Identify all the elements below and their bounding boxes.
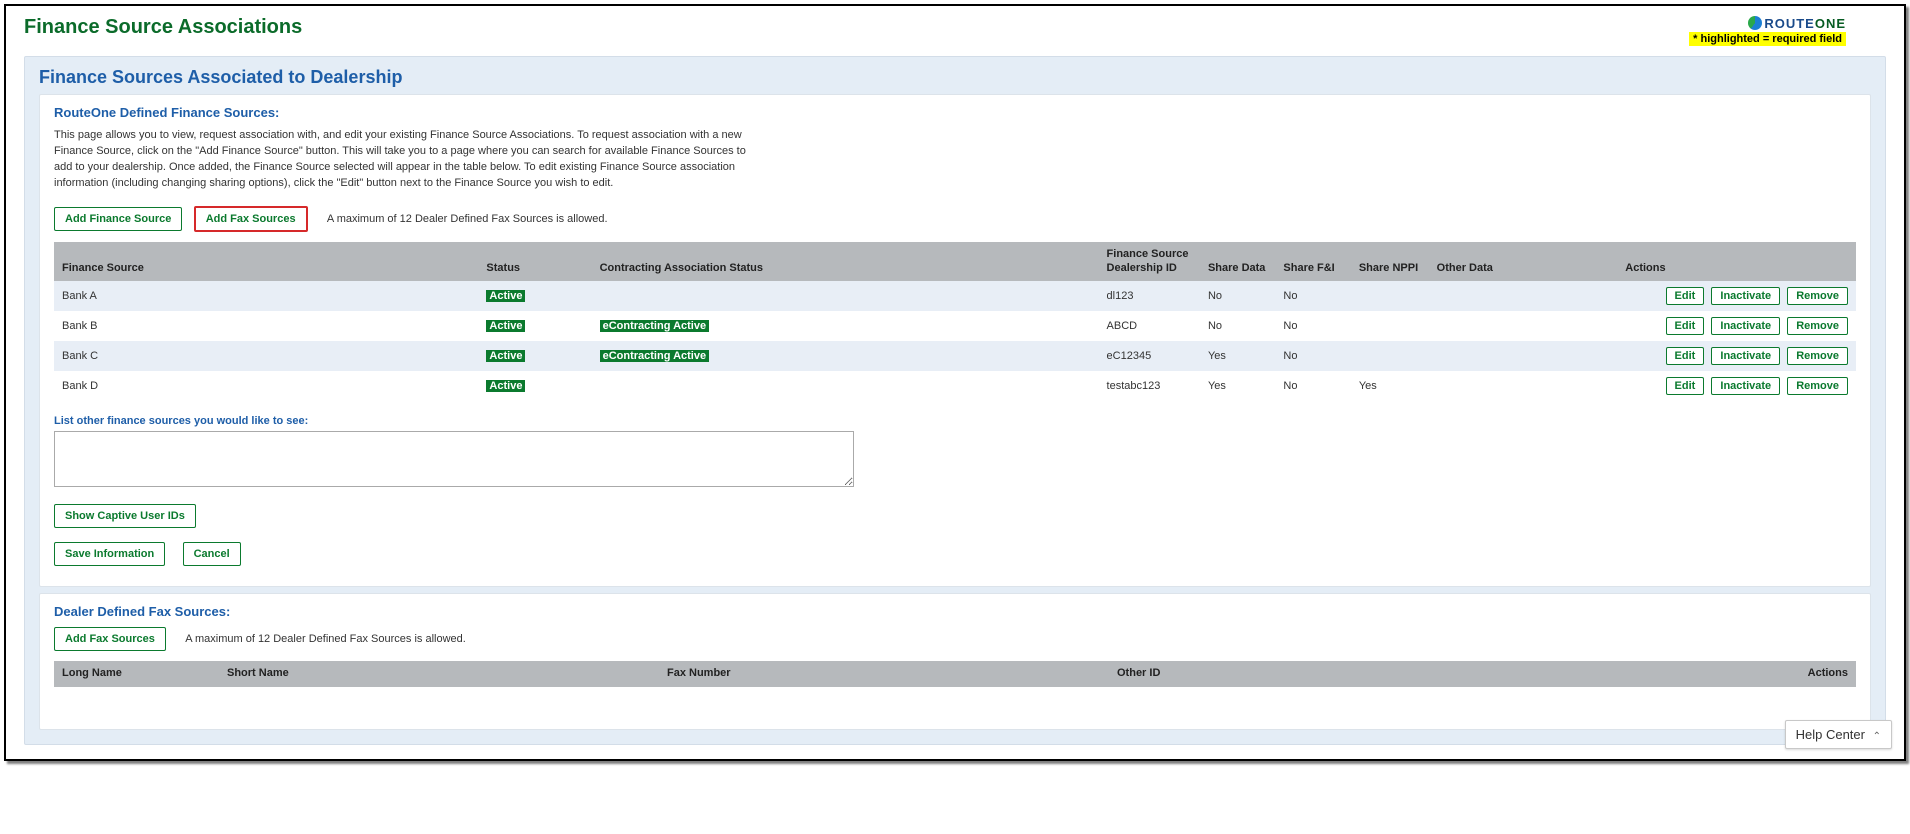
cell-actions: Edit Inactivate Remove (1617, 371, 1856, 401)
col-actions: Actions (1617, 242, 1856, 282)
fax-limit-note: A maximum of 12 Dealer Defined Fax Sourc… (327, 213, 608, 225)
cell-share-data: Yes (1200, 341, 1275, 371)
add-fax-sources-button-2[interactable]: Add Fax Sources (54, 627, 166, 651)
cell-status: Active (478, 311, 591, 341)
section2-title: Dealer Defined Fax Sources: (54, 604, 1856, 619)
remove-button[interactable]: Remove (1787, 287, 1848, 305)
cell-other-data (1429, 371, 1618, 401)
col-other-id: Other ID (1109, 661, 1776, 687)
cell-contracting-status: eContracting Active (592, 311, 1099, 341)
save-information-button[interactable]: Save Information (54, 542, 165, 566)
help-center-label: Help Center (1796, 727, 1865, 742)
col-short-name: Short Name (219, 661, 659, 687)
cell-share-data: Yes (1200, 371, 1275, 401)
cell-status: Active (478, 281, 591, 311)
page-title: Finance Source Associations (24, 16, 302, 39)
cell-other-data (1429, 341, 1618, 371)
cell-share-nppi (1351, 311, 1429, 341)
routeone-sources-block: RouteOne Defined Finance Sources: This p… (39, 94, 1871, 587)
cell-share-nppi (1351, 341, 1429, 371)
add-finance-source-button[interactable]: Add Finance Source (54, 207, 182, 231)
cell-other-data (1429, 311, 1618, 341)
show-captive-ids-button[interactable]: Show Captive User IDs (54, 504, 196, 528)
inactivate-button[interactable]: Inactivate (1711, 347, 1780, 365)
cell-share-fi: No (1275, 371, 1350, 401)
contracting-badge: eContracting Active (600, 350, 710, 362)
cell-actions: Edit Inactivate Remove (1617, 341, 1856, 371)
cell-dealership-id: ABCD (1099, 311, 1200, 341)
cell-share-fi: No (1275, 311, 1350, 341)
logo-icon (1748, 16, 1762, 30)
status-badge: Active (486, 290, 525, 302)
list-other-textarea[interactable] (54, 431, 854, 487)
remove-button[interactable]: Remove (1787, 377, 1848, 395)
edit-button[interactable]: Edit (1666, 377, 1705, 395)
col-other-data: Other Data (1429, 242, 1618, 282)
cell-finance-source: Bank B (54, 311, 478, 341)
routeone-logo: ROUTEONE (1748, 16, 1846, 31)
remove-button[interactable]: Remove (1787, 317, 1848, 335)
edit-button[interactable]: Edit (1666, 347, 1705, 365)
col-status: Status (478, 242, 591, 282)
cell-actions: Edit Inactivate Remove (1617, 311, 1856, 341)
table-row: Bank B Active eContracting Active ABCD N… (54, 311, 1856, 341)
cell-share-fi: No (1275, 281, 1350, 311)
list-other-label: List other finance sources you would lik… (54, 415, 1856, 427)
cell-dealership-id: testabc123 (1099, 371, 1200, 401)
contracting-badge: eContracting Active (600, 320, 710, 332)
required-field-note: * highlighted = required field (1689, 32, 1846, 46)
status-badge: Active (486, 320, 525, 332)
inactivate-button[interactable]: Inactivate (1711, 317, 1780, 335)
cell-other-data (1429, 281, 1618, 311)
col-share-data: Share Data (1200, 242, 1275, 282)
col-share-fi: Share F&I (1275, 242, 1350, 282)
inactivate-button[interactable]: Inactivate (1711, 377, 1780, 395)
cell-contracting-status: eContracting Active (592, 341, 1099, 371)
section1-description: This page allows you to view, request as… (54, 128, 754, 192)
cell-actions: Edit Inactivate Remove (1617, 281, 1856, 311)
col-finance-source: Finance Source (54, 242, 478, 282)
cell-share-nppi: Yes (1351, 371, 1429, 401)
main-panel: Finance Sources Associated to Dealership… (24, 56, 1886, 745)
col-contracting-status: Contracting Association Status (592, 242, 1099, 282)
dealer-fax-sources-block: Dealer Defined Fax Sources: Add Fax Sour… (39, 593, 1871, 730)
cell-share-data: No (1200, 311, 1275, 341)
cell-status: Active (478, 341, 591, 371)
fax-sources-table: Long Name Short Name Fax Number Other ID… (54, 661, 1856, 715)
table-row: Bank D Active testabc123 Yes No Yes Edit… (54, 371, 1856, 401)
edit-button[interactable]: Edit (1666, 287, 1705, 305)
cell-share-nppi (1351, 281, 1429, 311)
status-badge: Active (486, 380, 525, 392)
col-actions-2: Actions (1776, 661, 1856, 687)
cell-share-fi: No (1275, 341, 1350, 371)
chevron-up-icon: ⌃ (1873, 731, 1881, 742)
section1-title: RouteOne Defined Finance Sources: (54, 105, 1856, 120)
add-fax-sources-button[interactable]: Add Fax Sources (194, 206, 308, 232)
finance-sources-table: Finance Source Status Contracting Associ… (54, 242, 1856, 402)
cell-contracting-status (592, 371, 1099, 401)
status-badge: Active (486, 350, 525, 362)
cell-share-data: No (1200, 281, 1275, 311)
cell-finance-source: Bank C (54, 341, 478, 371)
fax-limit-note-2: A maximum of 12 Dealer Defined Fax Sourc… (185, 633, 466, 645)
col-long-name: Long Name (54, 661, 219, 687)
cancel-button[interactable]: Cancel (183, 542, 241, 566)
help-center-button[interactable]: Help Center ⌃ (1785, 720, 1892, 749)
col-dealership-id: Finance Source Dealership ID (1099, 242, 1200, 282)
table-row: Bank C Active eContracting Active eC1234… (54, 341, 1856, 371)
inactivate-button[interactable]: Inactivate (1711, 287, 1780, 305)
cell-dealership-id: eC12345 (1099, 341, 1200, 371)
panel-title: Finance Sources Associated to Dealership (39, 67, 1871, 88)
cell-status: Active (478, 371, 591, 401)
table-row: Bank A Active dl123 No No Edit Inactivat… (54, 281, 1856, 311)
cell-contracting-status (592, 281, 1099, 311)
edit-button[interactable]: Edit (1666, 317, 1705, 335)
cell-finance-source: Bank D (54, 371, 478, 401)
col-share-nppi: Share NPPI (1351, 242, 1429, 282)
cell-dealership-id: dl123 (1099, 281, 1200, 311)
remove-button[interactable]: Remove (1787, 347, 1848, 365)
col-fax-number: Fax Number (659, 661, 1109, 687)
cell-finance-source: Bank A (54, 281, 478, 311)
